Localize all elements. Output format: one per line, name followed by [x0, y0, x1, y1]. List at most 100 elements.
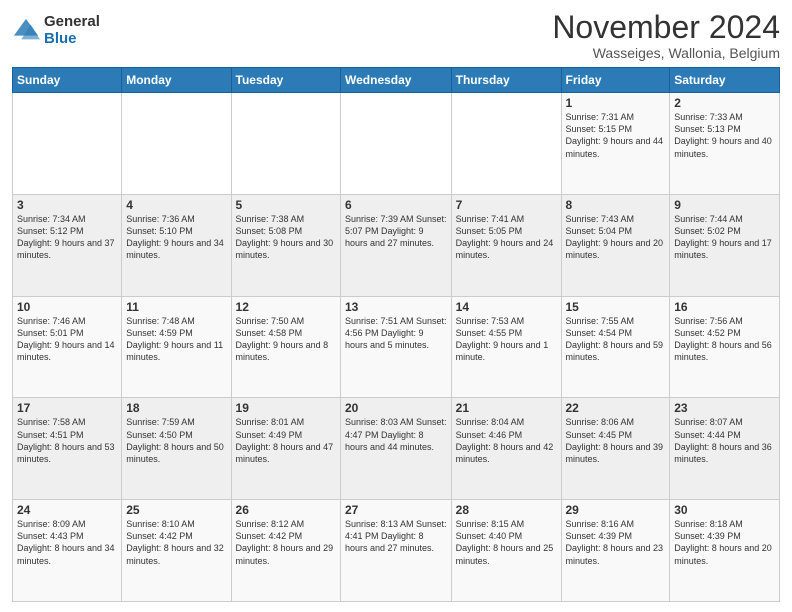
logo-text: General Blue	[44, 14, 100, 47]
logo-blue-text: Blue	[44, 31, 100, 48]
logo-icon	[12, 17, 40, 45]
day-number: 19	[236, 401, 336, 415]
day-number: 1	[566, 96, 666, 110]
day-info: Sunrise: 7:34 AM Sunset: 5:12 PM Dayligh…	[17, 213, 117, 262]
calendar-cell	[451, 93, 561, 195]
calendar-cell: 6Sunrise: 7:39 AM Sunset: 5:07 PM Daylig…	[341, 194, 452, 296]
day-info: Sunrise: 7:38 AM Sunset: 5:08 PM Dayligh…	[236, 213, 336, 262]
weekday-header-friday: Friday	[561, 68, 670, 93]
day-info: Sunrise: 7:59 AM Sunset: 4:50 PM Dayligh…	[126, 416, 226, 465]
calendar-cell: 26Sunrise: 8:12 AM Sunset: 4:42 PM Dayli…	[231, 500, 340, 602]
day-info: Sunrise: 7:46 AM Sunset: 5:01 PM Dayligh…	[17, 315, 117, 364]
calendar-cell: 28Sunrise: 8:15 AM Sunset: 4:40 PM Dayli…	[451, 500, 561, 602]
day-number: 3	[17, 198, 117, 212]
day-number: 10	[17, 300, 117, 314]
day-number: 23	[674, 401, 775, 415]
calendar-cell: 7Sunrise: 7:41 AM Sunset: 5:05 PM Daylig…	[451, 194, 561, 296]
day-number: 18	[126, 401, 226, 415]
day-number: 21	[456, 401, 557, 415]
day-info: Sunrise: 8:16 AM Sunset: 4:39 PM Dayligh…	[566, 518, 666, 567]
day-info: Sunrise: 7:33 AM Sunset: 5:13 PM Dayligh…	[674, 111, 775, 160]
day-info: Sunrise: 7:50 AM Sunset: 4:58 PM Dayligh…	[236, 315, 336, 364]
day-info: Sunrise: 7:43 AM Sunset: 5:04 PM Dayligh…	[566, 213, 666, 262]
weekday-header-row: SundayMondayTuesdayWednesdayThursdayFrid…	[13, 68, 780, 93]
day-number: 16	[674, 300, 775, 314]
day-number: 11	[126, 300, 226, 314]
calendar-cell: 13Sunrise: 7:51 AM Sunset: 4:56 PM Dayli…	[341, 296, 452, 398]
calendar-cell: 24Sunrise: 8:09 AM Sunset: 4:43 PM Dayli…	[13, 500, 122, 602]
day-number: 29	[566, 503, 666, 517]
logo: General Blue	[12, 14, 100, 47]
weekday-header-saturday: Saturday	[670, 68, 780, 93]
day-info: Sunrise: 7:41 AM Sunset: 5:05 PM Dayligh…	[456, 213, 557, 262]
calendar-cell: 17Sunrise: 7:58 AM Sunset: 4:51 PM Dayli…	[13, 398, 122, 500]
calendar-cell: 3Sunrise: 7:34 AM Sunset: 5:12 PM Daylig…	[13, 194, 122, 296]
day-info: Sunrise: 7:39 AM Sunset: 5:07 PM Dayligh…	[345, 213, 447, 249]
calendar-cell	[231, 93, 340, 195]
calendar-cell: 18Sunrise: 7:59 AM Sunset: 4:50 PM Dayli…	[122, 398, 231, 500]
calendar-cell: 16Sunrise: 7:56 AM Sunset: 4:52 PM Dayli…	[670, 296, 780, 398]
day-number: 12	[236, 300, 336, 314]
week-row-3: 10Sunrise: 7:46 AM Sunset: 5:01 PM Dayli…	[13, 296, 780, 398]
day-number: 28	[456, 503, 557, 517]
calendar-cell	[122, 93, 231, 195]
day-info: Sunrise: 8:04 AM Sunset: 4:46 PM Dayligh…	[456, 416, 557, 465]
calendar-table: SundayMondayTuesdayWednesdayThursdayFrid…	[12, 67, 780, 602]
day-info: Sunrise: 7:55 AM Sunset: 4:54 PM Dayligh…	[566, 315, 666, 364]
day-info: Sunrise: 7:44 AM Sunset: 5:02 PM Dayligh…	[674, 213, 775, 262]
week-row-1: 1Sunrise: 7:31 AM Sunset: 5:15 PM Daylig…	[13, 93, 780, 195]
page: General Blue November 2024 Wasseiges, Wa…	[0, 0, 792, 612]
weekday-header-wednesday: Wednesday	[341, 68, 452, 93]
weekday-header-sunday: Sunday	[13, 68, 122, 93]
day-number: 15	[566, 300, 666, 314]
day-number: 30	[674, 503, 775, 517]
calendar-cell: 19Sunrise: 8:01 AM Sunset: 4:49 PM Dayli…	[231, 398, 340, 500]
week-row-5: 24Sunrise: 8:09 AM Sunset: 4:43 PM Dayli…	[13, 500, 780, 602]
calendar-cell: 11Sunrise: 7:48 AM Sunset: 4:59 PM Dayli…	[122, 296, 231, 398]
day-info: Sunrise: 7:58 AM Sunset: 4:51 PM Dayligh…	[17, 416, 117, 465]
day-number: 2	[674, 96, 775, 110]
calendar-cell: 25Sunrise: 8:10 AM Sunset: 4:42 PM Dayli…	[122, 500, 231, 602]
day-number: 20	[345, 401, 447, 415]
day-info: Sunrise: 8:01 AM Sunset: 4:49 PM Dayligh…	[236, 416, 336, 465]
logo-general-text: General	[44, 14, 100, 31]
calendar-cell: 12Sunrise: 7:50 AM Sunset: 4:58 PM Dayli…	[231, 296, 340, 398]
calendar-cell: 30Sunrise: 8:18 AM Sunset: 4:39 PM Dayli…	[670, 500, 780, 602]
weekday-header-thursday: Thursday	[451, 68, 561, 93]
day-number: 13	[345, 300, 447, 314]
calendar-cell: 27Sunrise: 8:13 AM Sunset: 4:41 PM Dayli…	[341, 500, 452, 602]
day-info: Sunrise: 8:03 AM Sunset: 4:47 PM Dayligh…	[345, 416, 447, 452]
day-number: 9	[674, 198, 775, 212]
weekday-header-monday: Monday	[122, 68, 231, 93]
weekday-header-tuesday: Tuesday	[231, 68, 340, 93]
calendar-cell: 9Sunrise: 7:44 AM Sunset: 5:02 PM Daylig…	[670, 194, 780, 296]
location-title: Wasseiges, Wallonia, Belgium	[552, 45, 780, 61]
day-number: 25	[126, 503, 226, 517]
month-title: November 2024	[552, 10, 780, 45]
calendar-cell: 29Sunrise: 8:16 AM Sunset: 4:39 PM Dayli…	[561, 500, 670, 602]
day-info: Sunrise: 8:07 AM Sunset: 4:44 PM Dayligh…	[674, 416, 775, 465]
day-info: Sunrise: 8:10 AM Sunset: 4:42 PM Dayligh…	[126, 518, 226, 567]
calendar-cell: 5Sunrise: 7:38 AM Sunset: 5:08 PM Daylig…	[231, 194, 340, 296]
day-number: 4	[126, 198, 226, 212]
calendar-cell	[13, 93, 122, 195]
day-info: Sunrise: 8:13 AM Sunset: 4:41 PM Dayligh…	[345, 518, 447, 554]
calendar-cell: 1Sunrise: 7:31 AM Sunset: 5:15 PM Daylig…	[561, 93, 670, 195]
day-number: 22	[566, 401, 666, 415]
day-number: 7	[456, 198, 557, 212]
day-info: Sunrise: 8:06 AM Sunset: 4:45 PM Dayligh…	[566, 416, 666, 465]
week-row-4: 17Sunrise: 7:58 AM Sunset: 4:51 PM Dayli…	[13, 398, 780, 500]
day-number: 27	[345, 503, 447, 517]
day-number: 14	[456, 300, 557, 314]
day-number: 26	[236, 503, 336, 517]
day-info: Sunrise: 7:48 AM Sunset: 4:59 PM Dayligh…	[126, 315, 226, 364]
day-info: Sunrise: 7:53 AM Sunset: 4:55 PM Dayligh…	[456, 315, 557, 364]
day-number: 17	[17, 401, 117, 415]
day-info: Sunrise: 8:12 AM Sunset: 4:42 PM Dayligh…	[236, 518, 336, 567]
day-number: 24	[17, 503, 117, 517]
day-number: 8	[566, 198, 666, 212]
calendar-cell: 21Sunrise: 8:04 AM Sunset: 4:46 PM Dayli…	[451, 398, 561, 500]
day-info: Sunrise: 8:09 AM Sunset: 4:43 PM Dayligh…	[17, 518, 117, 567]
calendar-cell: 15Sunrise: 7:55 AM Sunset: 4:54 PM Dayli…	[561, 296, 670, 398]
day-info: Sunrise: 7:36 AM Sunset: 5:10 PM Dayligh…	[126, 213, 226, 262]
